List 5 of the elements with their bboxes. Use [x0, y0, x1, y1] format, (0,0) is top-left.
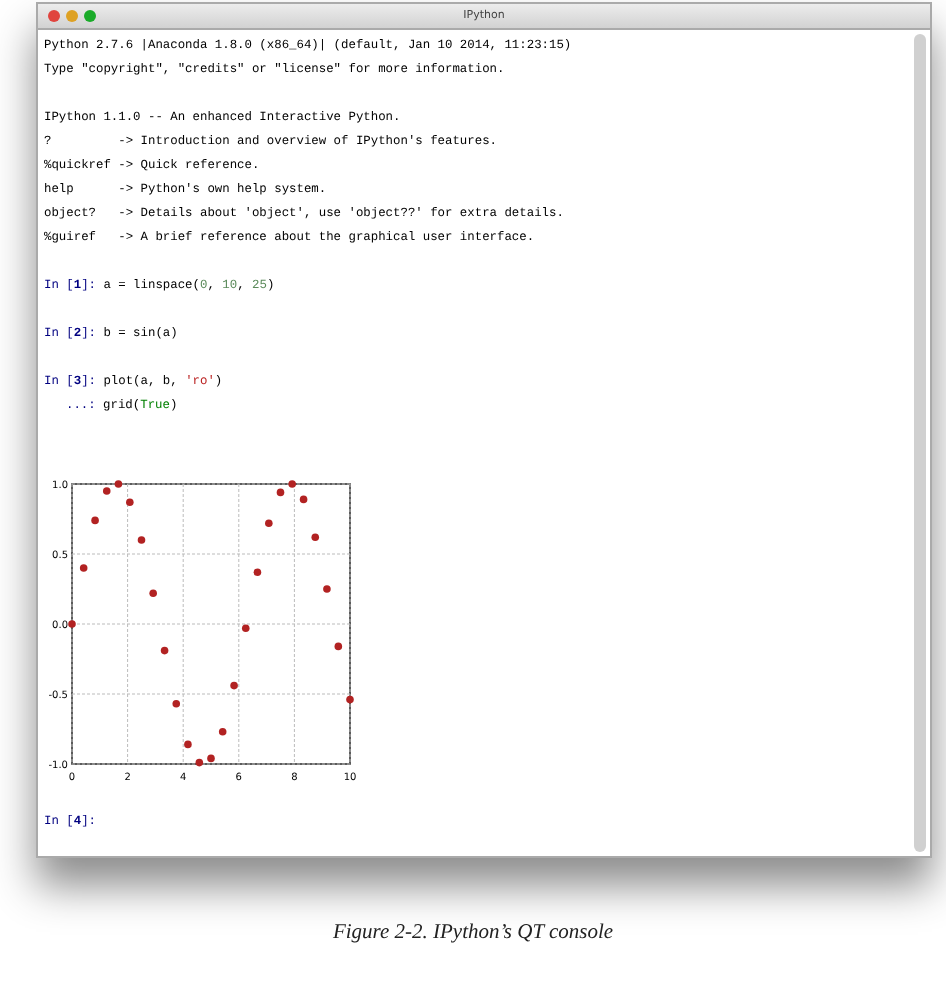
figure-caption: Figure 2-2. IPython’s QT console [330, 922, 616, 944]
minimize-button[interactable] [66, 10, 78, 22]
close-button[interactable] [48, 10, 60, 22]
zoom-button[interactable] [84, 10, 96, 22]
scrollbar[interactable] [914, 34, 926, 852]
